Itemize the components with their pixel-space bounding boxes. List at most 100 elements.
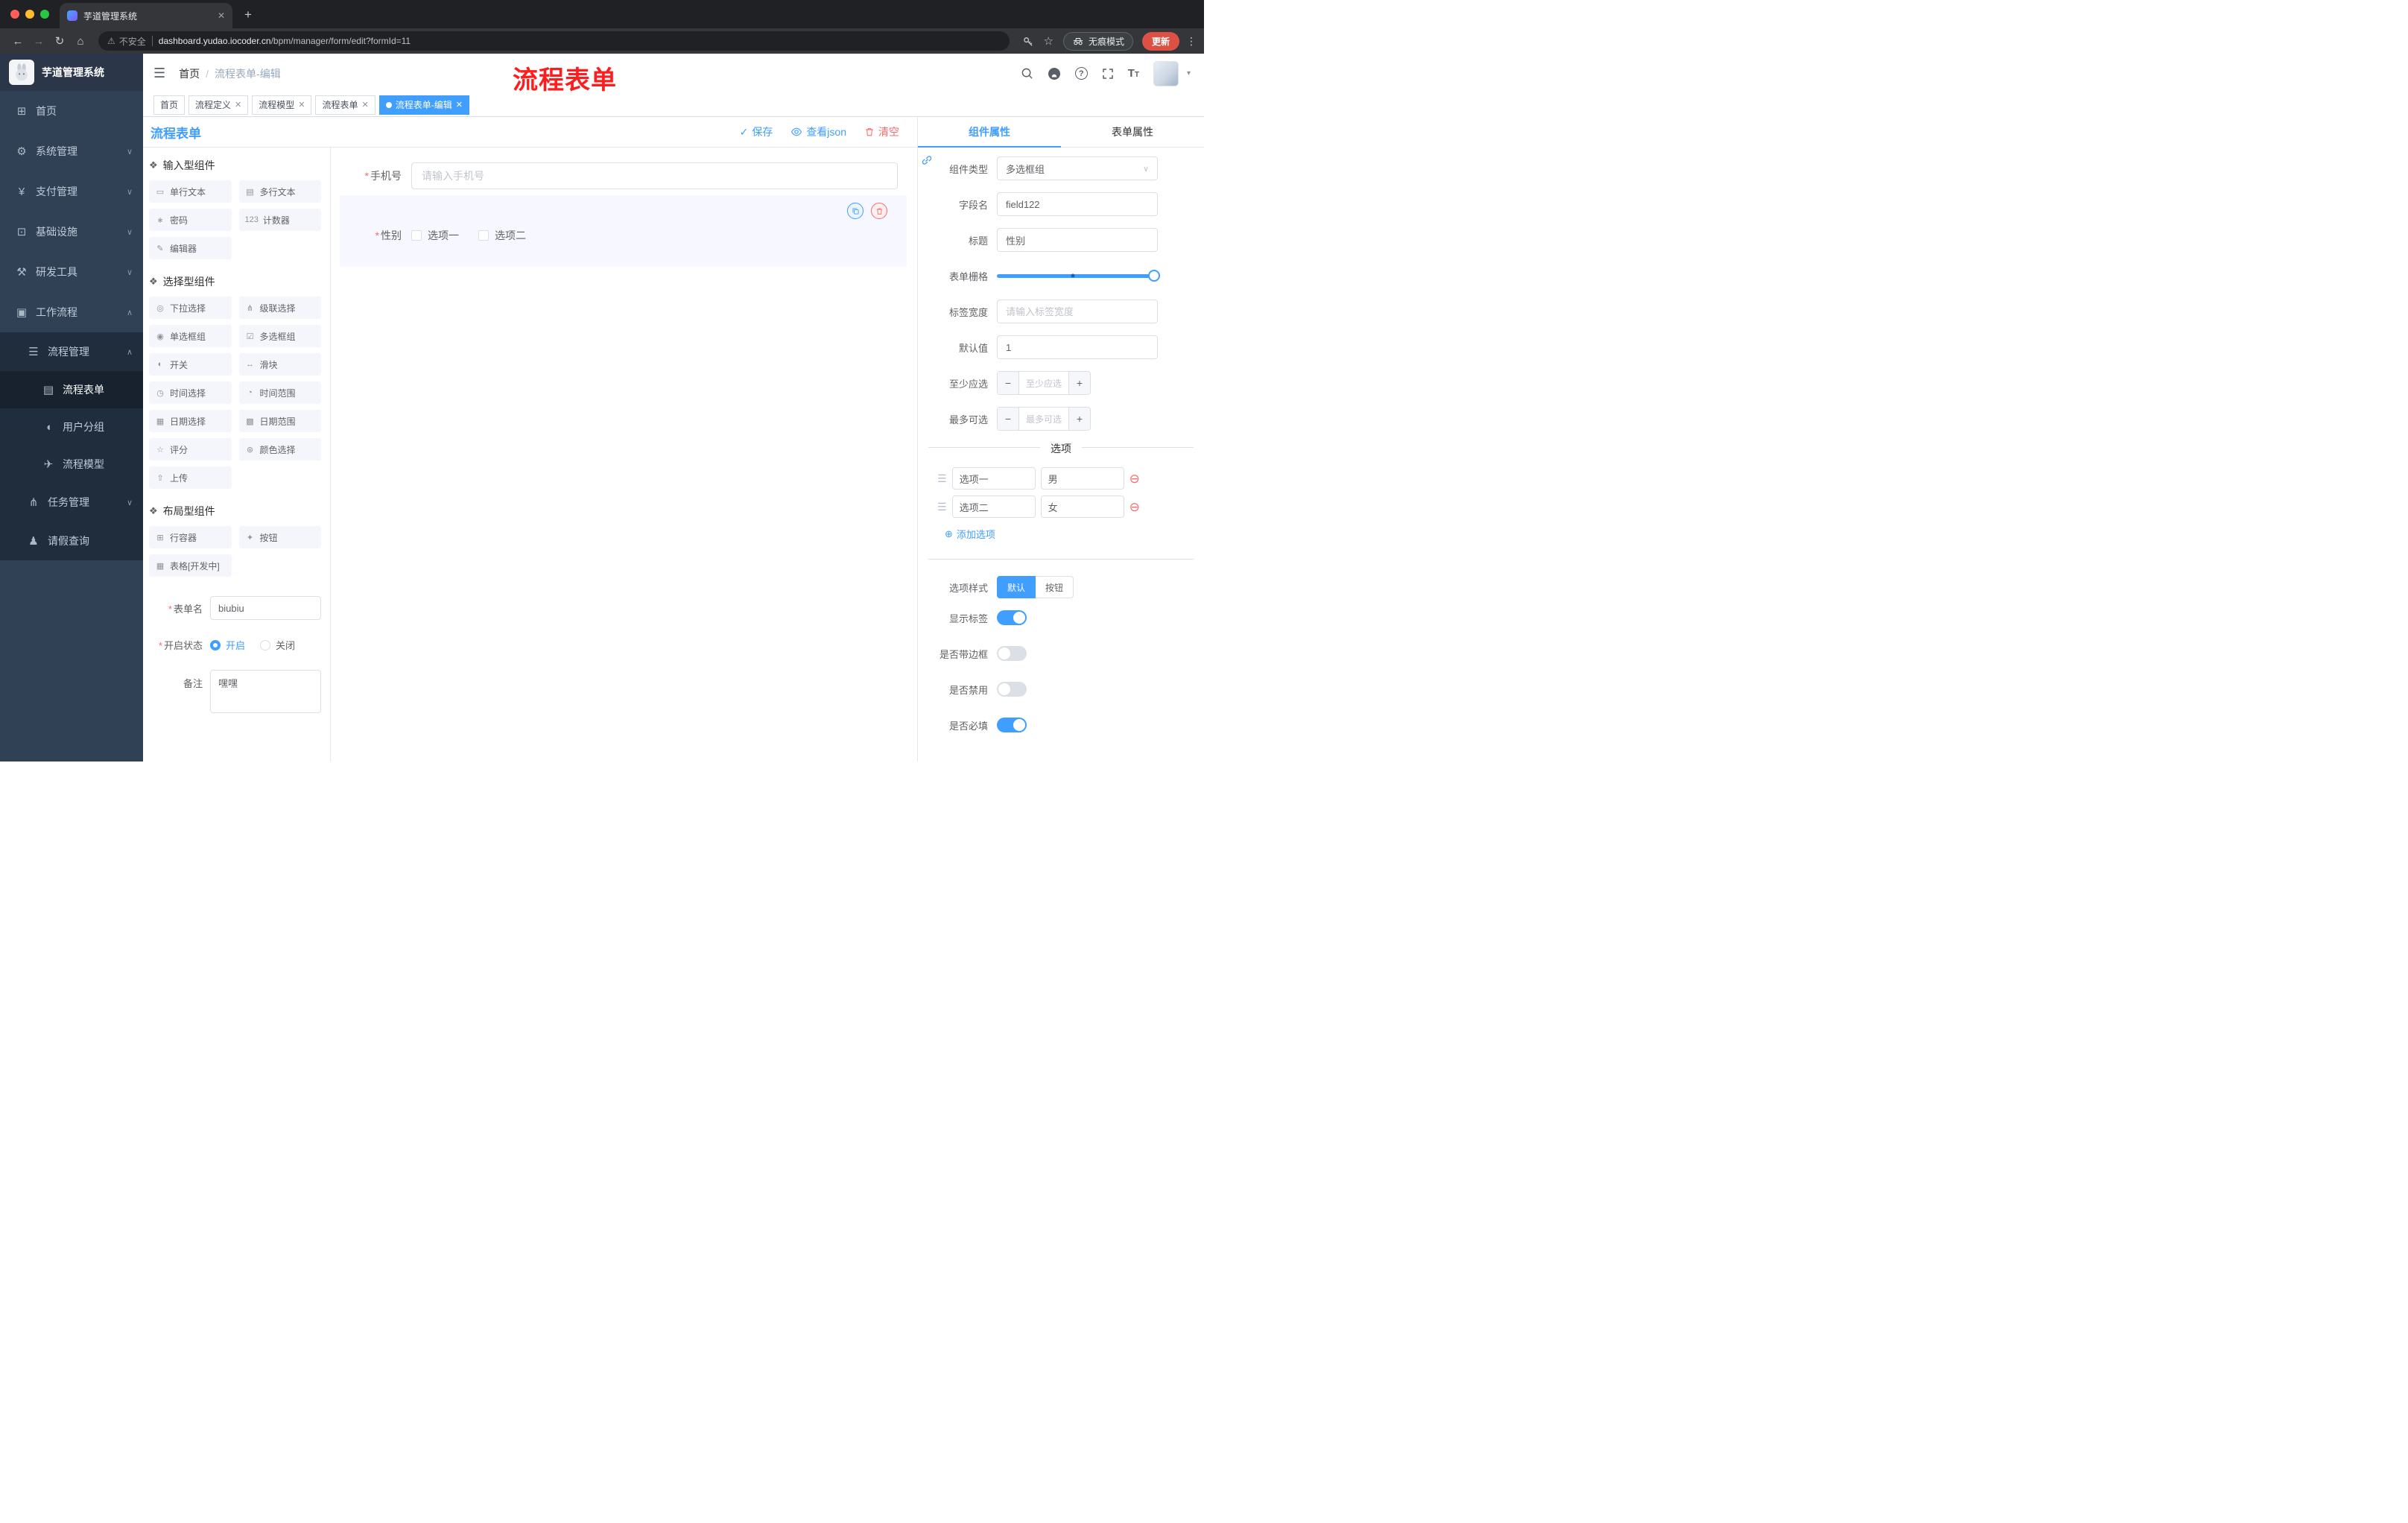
link-icon[interactable] xyxy=(919,153,934,168)
forward-icon[interactable]: → xyxy=(28,35,49,48)
tag-process-form[interactable]: 流程表单 ✕ xyxy=(315,95,376,115)
plus-button[interactable]: + xyxy=(1069,372,1090,394)
minus-button[interactable]: − xyxy=(998,372,1018,394)
show-label-switch[interactable] xyxy=(997,610,1027,625)
status-on-radio[interactable]: 开启 xyxy=(210,638,245,652)
palette-item-date-range[interactable]: ▩ 日期范围 xyxy=(238,410,321,432)
window-close-button[interactable] xyxy=(10,10,19,19)
sidebar-item-infra[interactable]: ⊡ 基础设施 ∨ xyxy=(0,212,143,252)
palette-item-time-picker[interactable]: ◷ 时间选择 xyxy=(149,381,232,404)
palette-item-upload[interactable]: ⇧ 上传 xyxy=(149,466,232,489)
sidebar-item-process-model[interactable]: ✈ 流程模型 xyxy=(0,446,143,483)
palette-item-single-text[interactable]: ▭ 单行文本 xyxy=(149,180,232,203)
canvas-field-phone[interactable]: * 手机号 xyxy=(340,162,898,189)
tab-close-icon[interactable]: ✕ xyxy=(218,10,225,21)
canvas-field-gender-selected[interactable]: * 性别 选项一 选项二 xyxy=(340,195,907,267)
tag-process-definition[interactable]: 流程定义 ✕ xyxy=(188,95,249,115)
drag-handle-icon[interactable]: ☰ xyxy=(937,501,947,513)
option-1-label-input[interactable] xyxy=(951,467,1036,490)
palette-item-date-picker[interactable]: ▦ 日期选择 xyxy=(149,410,232,432)
form-grid-slider[interactable] xyxy=(997,264,1160,288)
palette-item-password[interactable]: ∗ 密码 xyxy=(149,209,232,231)
field-name-input[interactable] xyxy=(997,192,1158,216)
palette-item-table[interactable]: ▦ 表格[开发中] xyxy=(149,554,232,577)
new-tab-button[interactable]: + xyxy=(244,7,252,22)
min-select-value[interactable]: 至少应选 xyxy=(1018,372,1069,394)
clear-button[interactable]: 清空 xyxy=(864,124,899,139)
window-zoom-button[interactable] xyxy=(40,10,49,19)
sidebar-item-user-group[interactable]: ◖ 用户分组 xyxy=(0,408,143,446)
style-button-button[interactable]: 按钮 xyxy=(1036,576,1074,598)
copy-field-button[interactable] xyxy=(847,203,864,219)
option-2-label-input[interactable] xyxy=(951,495,1036,518)
palette-item-checkbox-group[interactable]: ☑ 多选框组 xyxy=(238,325,321,347)
search-icon[interactable] xyxy=(1021,67,1033,80)
palette-item-multi-text[interactable]: ▤ 多行文本 xyxy=(238,180,321,203)
tag-close-icon[interactable]: ✕ xyxy=(298,100,305,110)
status-off-radio[interactable]: 关闭 xyxy=(260,638,295,652)
sidebar-item-workflow[interactable]: ▣ 工作流程 ∧ xyxy=(0,292,143,332)
browser-tab[interactable]: 芋道管理系统 ✕ xyxy=(60,3,232,28)
sidebar-item-devtools[interactable]: ⚒ 研发工具 ∨ xyxy=(0,252,143,292)
app-logo[interactable]: 芋道管理系统 xyxy=(0,54,143,91)
palette-item-switch[interactable]: ◐ 开关 xyxy=(149,353,232,376)
tag-close-icon[interactable]: ✕ xyxy=(235,100,241,110)
sidebar-item-process-form[interactable]: ▤ 流程表单 xyxy=(0,371,143,408)
slider-handle[interactable] xyxy=(1148,270,1160,282)
font-size-icon[interactable]: TT xyxy=(1128,67,1139,80)
disabled-switch[interactable] xyxy=(997,682,1027,697)
palette-item-rate[interactable]: ☆ 评分 xyxy=(149,438,232,460)
palette-item-row-container[interactable]: ⊞ 行容器 xyxy=(149,526,232,548)
avatar-caret-icon[interactable]: ▾ xyxy=(1187,69,1191,77)
sidebar-item-payment[interactable]: ¥ 支付管理 ∨ xyxy=(0,171,143,212)
address-bar[interactable]: ⚠ 不安全 dashboard.yudao.iocoder.cn/bpm/man… xyxy=(98,31,1010,51)
window-minimize-button[interactable] xyxy=(25,10,34,19)
drag-handle-icon[interactable]: ☰ xyxy=(937,472,947,485)
save-button[interactable]: ✓ 保存 xyxy=(740,124,773,139)
tag-close-icon[interactable]: ✕ xyxy=(456,100,463,110)
palette-item-select[interactable]: ◎ 下拉选择 xyxy=(149,297,232,319)
plus-button[interactable]: + xyxy=(1069,408,1090,430)
sidebar-item-task-management[interactable]: ⋔ 任务管理 ∨ xyxy=(0,483,143,522)
component-type-select[interactable]: 多选框组 ∨ xyxy=(997,156,1158,180)
bookmark-star-icon[interactable]: ☆ xyxy=(1044,34,1054,48)
border-switch[interactable] xyxy=(997,646,1027,661)
tag-process-model[interactable]: 流程模型 ✕ xyxy=(252,95,312,115)
fullscreen-icon[interactable] xyxy=(1102,68,1114,80)
form-name-input[interactable] xyxy=(210,596,321,620)
sidebar-item-leave-query[interactable]: ♟ 请假查询 xyxy=(0,522,143,560)
palette-item-cascader[interactable]: ⋔ 级联选择 xyxy=(238,297,321,319)
palette-item-counter[interactable]: 123 计数器 xyxy=(238,209,321,231)
tab-component-props[interactable]: 组件属性 xyxy=(918,117,1061,148)
palette-item-button[interactable]: ✦ 按钮 xyxy=(238,526,321,548)
breadcrumb-home[interactable]: 首页 xyxy=(179,66,200,81)
key-icon[interactable] xyxy=(1022,36,1033,47)
default-value-input[interactable] xyxy=(997,335,1158,359)
option-1-value-input[interactable] xyxy=(1040,467,1124,490)
remove-option-icon[interactable]: ⊖ xyxy=(1129,501,1140,513)
tag-close-icon[interactable]: ✕ xyxy=(362,100,369,110)
home-icon[interactable]: ⌂ xyxy=(70,35,91,48)
palette-item-slider[interactable]: ↔ 滑块 xyxy=(238,353,321,376)
tab-form-props[interactable]: 表单属性 xyxy=(1061,117,1204,147)
title-input[interactable] xyxy=(997,228,1158,252)
palette-item-color-picker[interactable]: ⊛ 颜色选择 xyxy=(238,438,321,460)
max-select-value[interactable]: 最多可选 xyxy=(1018,408,1069,430)
sidebar-item-process-management[interactable]: ☰ 流程管理 ∧ xyxy=(0,332,143,371)
phone-input[interactable] xyxy=(411,162,898,189)
hamburger-icon[interactable]: ☰ xyxy=(153,66,165,81)
sidebar-item-home[interactable]: ⊞ 首页 xyxy=(0,91,143,131)
browser-menu-icon[interactable]: ⋮ xyxy=(1186,35,1197,48)
palette-item-editor[interactable]: ✎ 编辑器 xyxy=(149,237,232,259)
remove-option-icon[interactable]: ⊖ xyxy=(1129,472,1140,485)
avatar[interactable] xyxy=(1153,60,1179,86)
gender-option-1-checkbox[interactable]: 选项一 xyxy=(411,228,459,243)
style-default-button[interactable]: 默认 xyxy=(997,576,1036,598)
palette-item-radio-group[interactable]: ◉ 单选框组 xyxy=(149,325,232,347)
github-icon[interactable] xyxy=(1048,67,1061,80)
sidebar-item-system[interactable]: ⚙ 系统管理 ∨ xyxy=(0,131,143,171)
question-icon[interactable]: ? xyxy=(1074,67,1088,80)
palette-item-time-range[interactable]: ◔ 时间范围 xyxy=(238,381,321,404)
option-2-value-input[interactable] xyxy=(1040,495,1124,518)
minus-button[interactable]: − xyxy=(998,408,1018,430)
